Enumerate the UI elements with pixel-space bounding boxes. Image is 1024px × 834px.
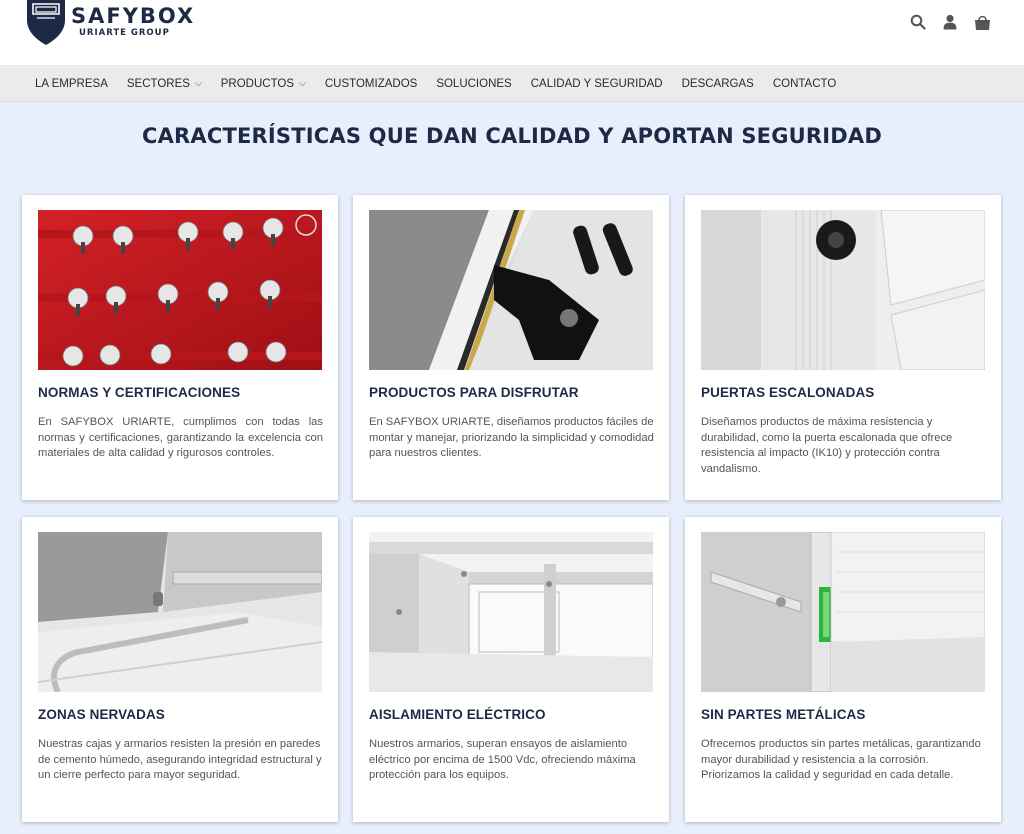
card-image-stepped-door <box>701 210 985 370</box>
nav-item-la-empresa[interactable]: LA EMPRESA <box>35 78 108 90</box>
feature-card-productos: PRODUCTOS PARA DISFRUTAR En SAFYBOX URIA… <box>353 195 669 500</box>
feature-card-zonas: ZONAS NERVADAS Nuestras cajas y armarios… <box>22 517 338 822</box>
card-title: SIN PARTES METÁLICAS <box>701 707 866 722</box>
card-image-hinge <box>369 210 653 370</box>
card-title: PRODUCTOS PARA DISFRUTAR <box>369 385 579 400</box>
nav-item-contacto[interactable]: CONTACTO <box>773 78 836 90</box>
search-icon[interactable] <box>909 12 927 32</box>
feature-card-aislamiento: AISLAMIENTO ELÉCTRICO Nuestros armarios,… <box>353 517 669 822</box>
cart-icon[interactable] <box>973 12 991 32</box>
nav-item-customizados[interactable]: CUSTOMIZADOS <box>325 78 417 90</box>
card-title: ZONAS NERVADAS <box>38 707 165 722</box>
nav-item-label: PRODUCTOS <box>220 77 295 90</box>
brand-subtitle: URIARTE GROUP <box>79 28 170 38</box>
nav-item-calidad-y-seguridad[interactable]: CALIDAD Y SEGURIDAD <box>531 78 663 90</box>
brand-logo[interactable]: SAFYBOX URIARTE GROUP <box>25 0 193 46</box>
shield-logo-icon <box>27 0 65 45</box>
nav-item-label: LA EMPRESA <box>35 77 108 90</box>
feature-card-sin-partes: SIN PARTES METÁLICAS Ofrecemos productos… <box>685 517 1001 822</box>
card-text: Nuestras cajas y armarios resisten la pr… <box>38 738 322 781</box>
nav-item-label: CONTACTO <box>772 77 837 90</box>
nav-item-label: CUSTOMIZADOS <box>324 77 418 90</box>
site-header: SAFYBOX URIARTE GROUP <box>0 0 1024 65</box>
card-text: En SAFYBOX URIARTE, diseñamos productos … <box>369 416 654 459</box>
card-text: Diseñamos productos de máxima resistenci… <box>701 416 953 475</box>
card-text: En SAFYBOX URIARTE, cumplimos con todas … <box>38 416 323 459</box>
card-title: NORMAS Y CERTIFICACIONES <box>38 385 241 400</box>
card-image-ribbed-zone <box>38 532 322 692</box>
nav-item-label: DESCARGAS <box>681 77 754 90</box>
nav-item-sectores[interactable]: SECTORES ⌵ <box>127 78 202 90</box>
card-title: AISLAMIENTO ELÉCTRICO <box>369 707 546 722</box>
card-image-no-metal-parts <box>701 532 985 692</box>
nav-item-label: SOLUCIONES <box>436 77 512 90</box>
brand-name: SAFYBOX <box>71 4 196 28</box>
nav-item-label: SECTORES <box>126 77 190 90</box>
chevron-down-icon: ⌵ <box>299 78 306 88</box>
main-nav: LA EMPRESA SECTORES ⌵ PRODUCTOS ⌵ CUSTOMIZADO… <box>0 65 1024 102</box>
card-image-electrical-frame <box>369 532 653 692</box>
chevron-down-icon: ⌵ <box>194 78 202 88</box>
nav-list: LA EMPRESA SECTORES ⌵ PRODUCTOS ⌵ CUSTOMIZADO… <box>35 65 855 102</box>
nav-item-soluciones[interactable]: SOLUCIONES <box>436 78 511 90</box>
nav-item-productos[interactable]: PRODUCTOS ⌵ <box>221 78 306 90</box>
card-image-key-cabinet <box>38 210 322 370</box>
feature-card-normas: NORMAS Y CERTIFICACIONES En SAFYBOX URIA… <box>22 195 338 500</box>
card-text: Nuestros armarios, superan ensayos de ai… <box>369 738 636 781</box>
nav-item-label: CALIDAD Y SEGURIDAD <box>530 77 663 90</box>
card-title: PUERTAS ESCALONADAS <box>701 385 875 400</box>
user-icon[interactable] <box>941 12 959 32</box>
header-actions <box>909 12 991 32</box>
section-title: CARACTERÍSTICAS QUE DAN CALIDAD Y APORTA… <box>141 124 883 148</box>
nav-item-descargas[interactable]: DESCARGAS <box>682 78 754 90</box>
card-text: Ofrecemos productos sin partes metálicas… <box>701 738 981 781</box>
feature-card-puertas: PUERTAS ESCALONADAS Diseñamos productos … <box>685 195 1001 500</box>
